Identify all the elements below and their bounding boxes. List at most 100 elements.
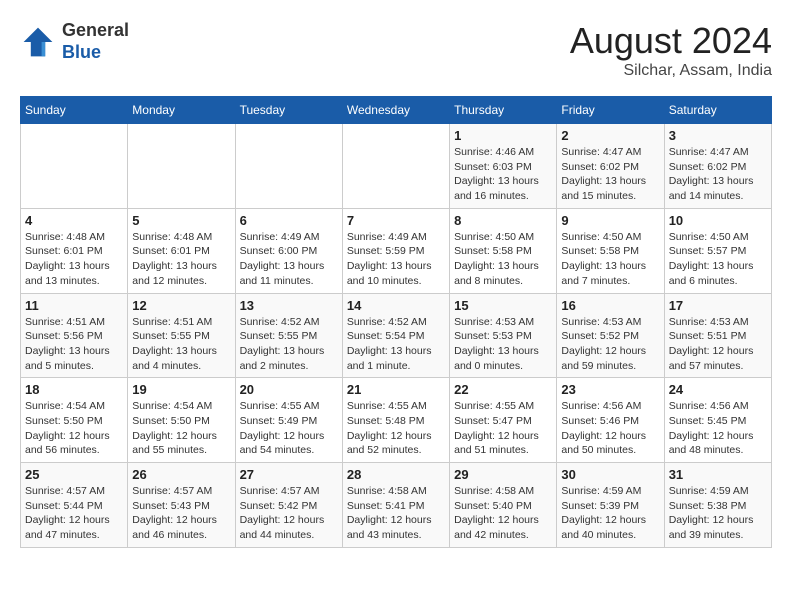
day-number: 27 xyxy=(240,467,338,482)
day-detail: Sunrise: 4:50 AM Sunset: 5:58 PM Dayligh… xyxy=(561,230,659,289)
calendar-cell: 2 Sunrise: 4:47 AM Sunset: 6:02 PM Daylig… xyxy=(557,124,664,209)
day-number: 12 xyxy=(132,298,230,313)
calendar-cell: 5 Sunrise: 4:48 AM Sunset: 6:01 PM Daylig… xyxy=(128,208,235,293)
calendar-cell: 12 Sunrise: 4:51 AM Sunset: 5:55 PM Dayli… xyxy=(128,293,235,378)
calendar-cell: 13 Sunrise: 4:52 AM Sunset: 5:55 PM Dayli… xyxy=(235,293,342,378)
day-detail: Sunrise: 4:55 AM Sunset: 5:49 PM Dayligh… xyxy=(240,399,338,458)
calendar-cell: 7 Sunrise: 4:49 AM Sunset: 5:59 PM Daylig… xyxy=(342,208,449,293)
calendar-cell: 15 Sunrise: 4:53 AM Sunset: 5:53 PM Dayli… xyxy=(450,293,557,378)
day-detail: Sunrise: 4:53 AM Sunset: 5:53 PM Dayligh… xyxy=(454,315,552,374)
calendar-cell xyxy=(21,124,128,209)
calendar-cell: 11Sunrise: 4:51 AM Sunset: 5:56 PM Dayli… xyxy=(21,293,128,378)
calendar-title: August 2024 xyxy=(570,20,772,62)
calendar-cell: 17 Sunrise: 4:53 AM Sunset: 5:51 PM Dayli… xyxy=(664,293,771,378)
day-detail: Sunrise: 4:53 AM Sunset: 5:52 PM Dayligh… xyxy=(561,315,659,374)
day-detail: Sunrise: 4:58 AM Sunset: 5:41 PM Dayligh… xyxy=(347,484,445,543)
day-number: 7 xyxy=(347,213,445,228)
day-detail: Sunrise: 4:56 AM Sunset: 5:46 PM Dayligh… xyxy=(561,399,659,458)
weekday-header-row: SundayMondayTuesdayWednesdayThursdayFrid… xyxy=(21,97,772,124)
weekday-header-sunday: Sunday xyxy=(21,97,128,124)
day-detail: Sunrise: 4:51 AM Sunset: 5:55 PM Dayligh… xyxy=(132,315,230,374)
day-number: 13 xyxy=(240,298,338,313)
weekday-header-tuesday: Tuesday xyxy=(235,97,342,124)
day-detail: Sunrise: 4:47 AM Sunset: 6:02 PM Dayligh… xyxy=(561,145,659,204)
day-detail: Sunrise: 4:52 AM Sunset: 5:55 PM Dayligh… xyxy=(240,315,338,374)
day-number: 6 xyxy=(240,213,338,228)
day-number: 16 xyxy=(561,298,659,313)
day-number: 31 xyxy=(669,467,767,482)
day-number: 23 xyxy=(561,382,659,397)
day-detail: Sunrise: 4:53 AM Sunset: 5:51 PM Dayligh… xyxy=(669,315,767,374)
day-number: 8 xyxy=(454,213,552,228)
calendar-cell: 8 Sunrise: 4:50 AM Sunset: 5:58 PM Daylig… xyxy=(450,208,557,293)
day-detail: Sunrise: 4:48 AM Sunset: 6:01 PM Dayligh… xyxy=(132,230,230,289)
calendar-cell: 20 Sunrise: 4:55 AM Sunset: 5:49 PM Dayli… xyxy=(235,378,342,463)
day-number: 10 xyxy=(669,213,767,228)
day-detail: Sunrise: 4:57 AM Sunset: 5:44 PM Dayligh… xyxy=(25,484,123,543)
week-row-5: 25Sunrise: 4:57 AM Sunset: 5:44 PM Dayli… xyxy=(21,463,772,548)
calendar-cell: 1 Sunrise: 4:46 AM Sunset: 6:03 PM Daylig… xyxy=(450,124,557,209)
day-detail: Sunrise: 4:50 AM Sunset: 5:57 PM Dayligh… xyxy=(669,230,767,289)
day-number: 1 xyxy=(454,128,552,143)
day-detail: Sunrise: 4:59 AM Sunset: 5:38 PM Dayligh… xyxy=(669,484,767,543)
day-detail: Sunrise: 4:56 AM Sunset: 5:45 PM Dayligh… xyxy=(669,399,767,458)
day-number: 2 xyxy=(561,128,659,143)
day-number: 29 xyxy=(454,467,552,482)
calendar-cell: 30 Sunrise: 4:59 AM Sunset: 5:39 PM Dayli… xyxy=(557,463,664,548)
day-detail: Sunrise: 4:55 AM Sunset: 5:48 PM Dayligh… xyxy=(347,399,445,458)
calendar-subtitle: Silchar, Assam, India xyxy=(570,62,772,80)
calendar-cell: 16 Sunrise: 4:53 AM Sunset: 5:52 PM Dayli… xyxy=(557,293,664,378)
day-number: 20 xyxy=(240,382,338,397)
day-detail: Sunrise: 4:55 AM Sunset: 5:47 PM Dayligh… xyxy=(454,399,552,458)
day-number: 17 xyxy=(669,298,767,313)
day-number: 18 xyxy=(25,382,123,397)
calendar-cell xyxy=(342,124,449,209)
weekday-header-wednesday: Wednesday xyxy=(342,97,449,124)
day-detail: Sunrise: 4:46 AM Sunset: 6:03 PM Dayligh… xyxy=(454,145,552,204)
day-number: 11 xyxy=(25,298,123,313)
day-number: 21 xyxy=(347,382,445,397)
day-number: 5 xyxy=(132,213,230,228)
calendar-cell: 6Sunrise: 4:49 AM Sunset: 6:00 PM Daylig… xyxy=(235,208,342,293)
day-detail: Sunrise: 4:59 AM Sunset: 5:39 PM Dayligh… xyxy=(561,484,659,543)
day-number: 9 xyxy=(561,213,659,228)
calendar-cell: 18Sunrise: 4:54 AM Sunset: 5:50 PM Dayli… xyxy=(21,378,128,463)
logo-text: General Blue xyxy=(62,20,129,63)
calendar-cell: 29 Sunrise: 4:58 AM Sunset: 5:40 PM Dayli… xyxy=(450,463,557,548)
day-number: 15 xyxy=(454,298,552,313)
calendar-cell: 28Sunrise: 4:58 AM Sunset: 5:41 PM Dayli… xyxy=(342,463,449,548)
calendar-cell xyxy=(128,124,235,209)
logo: General Blue xyxy=(20,20,129,63)
calendar-table: SundayMondayTuesdayWednesdayThursdayFrid… xyxy=(20,96,772,548)
day-detail: Sunrise: 4:49 AM Sunset: 5:59 PM Dayligh… xyxy=(347,230,445,289)
day-number: 3 xyxy=(669,128,767,143)
calendar-cell: 27 Sunrise: 4:57 AM Sunset: 5:42 PM Dayli… xyxy=(235,463,342,548)
calendar-cell: 19 Sunrise: 4:54 AM Sunset: 5:50 PM Dayli… xyxy=(128,378,235,463)
page-header: General Blue August 2024 Silchar, Assam,… xyxy=(20,20,772,80)
logo-icon xyxy=(20,24,56,60)
day-number: 4 xyxy=(25,213,123,228)
day-detail: Sunrise: 4:57 AM Sunset: 5:43 PM Dayligh… xyxy=(132,484,230,543)
weekday-header-thursday: Thursday xyxy=(450,97,557,124)
day-detail: Sunrise: 4:57 AM Sunset: 5:42 PM Dayligh… xyxy=(240,484,338,543)
day-detail: Sunrise: 4:50 AM Sunset: 5:58 PM Dayligh… xyxy=(454,230,552,289)
day-number: 22 xyxy=(454,382,552,397)
day-number: 24 xyxy=(669,382,767,397)
day-detail: Sunrise: 4:48 AM Sunset: 6:01 PM Dayligh… xyxy=(25,230,123,289)
calendar-cell: 9 Sunrise: 4:50 AM Sunset: 5:58 PM Daylig… xyxy=(557,208,664,293)
day-number: 26 xyxy=(132,467,230,482)
day-detail: Sunrise: 4:58 AM Sunset: 5:40 PM Dayligh… xyxy=(454,484,552,543)
day-detail: Sunrise: 4:52 AM Sunset: 5:54 PM Dayligh… xyxy=(347,315,445,374)
day-number: 19 xyxy=(132,382,230,397)
calendar-cell: 10 Sunrise: 4:50 AM Sunset: 5:57 PM Dayli… xyxy=(664,208,771,293)
calendar-cell: 26 Sunrise: 4:57 AM Sunset: 5:43 PM Dayli… xyxy=(128,463,235,548)
day-detail: Sunrise: 4:54 AM Sunset: 5:50 PM Dayligh… xyxy=(132,399,230,458)
title-block: August 2024 Silchar, Assam, India xyxy=(570,20,772,80)
day-detail: Sunrise: 4:47 AM Sunset: 6:02 PM Dayligh… xyxy=(669,145,767,204)
week-row-4: 18 Sunrise: 4:54 AM Sunset: 5:50 PM Dayli… xyxy=(21,378,772,463)
calendar-cell: 23 Sunrise: 4:56 AM Sunset: 5:46 PM Dayli… xyxy=(557,378,664,463)
week-row-1: 1 Sunrise: 4:46 AM Sunset: 6:03 PM Daylig… xyxy=(21,124,772,209)
calendar-cell xyxy=(235,124,342,209)
day-number: 30 xyxy=(561,467,659,482)
week-row-2: 4 Sunrise: 4:48 AM Sunset: 6:01 PM Daylig… xyxy=(21,208,772,293)
